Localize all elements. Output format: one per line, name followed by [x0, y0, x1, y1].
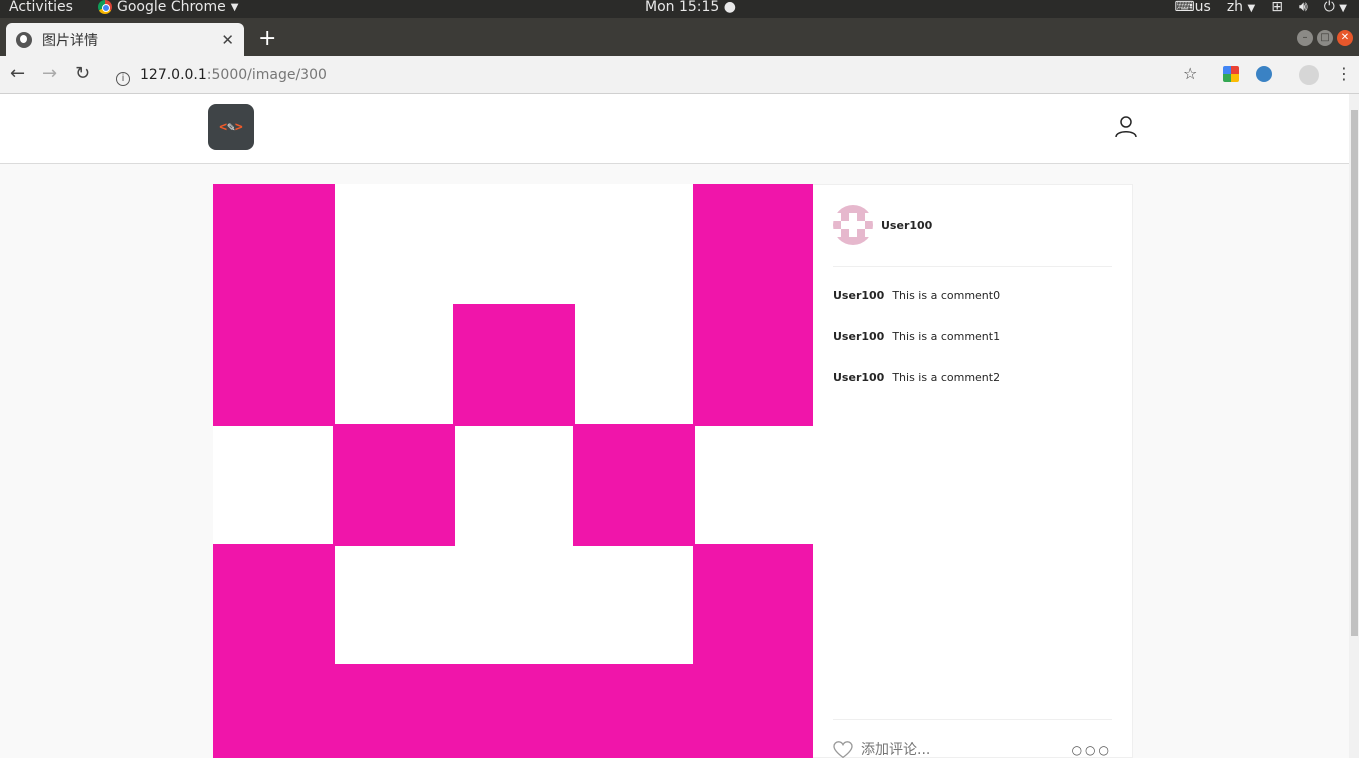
new-tab-button[interactable]: +: [258, 26, 276, 51]
page-scrollbar[interactable]: [1349, 94, 1359, 758]
scrollbar-thumb[interactable]: [1351, 110, 1358, 636]
system-tray: ⌨us zh ▼ ⊞ 🔊︎ ⏻ ▼: [1174, 0, 1347, 15]
avatar-block: [841, 229, 849, 237]
chrome-icon: [98, 0, 112, 14]
chevron-down-icon: ▼: [230, 1, 239, 13]
bookmark-star-icon[interactable]: ☆: [1183, 64, 1197, 83]
comment-text: This is a comment2: [892, 371, 1001, 384]
app-menu[interactable]: Google Chrome ▼: [98, 0, 238, 15]
identicon-block: [693, 184, 813, 426]
comment-user[interactable]: User100: [833, 371, 884, 384]
comment: User100 This is a comment1: [833, 330, 1000, 371]
globe-icon: [16, 31, 32, 48]
avatar[interactable]: [833, 205, 873, 245]
divider: [833, 266, 1112, 267]
comment: User100 This is a comment0: [833, 289, 1000, 330]
logo-note: ✎: [227, 119, 235, 135]
comment-text: This is a comment1: [892, 330, 1001, 343]
avatar-block: [857, 229, 865, 237]
tab-strip: 图片详情 ✕ + – □ ✕: [0, 18, 1359, 56]
extension-globe-icon[interactable]: [1256, 66, 1272, 82]
maximize-button[interactable]: □: [1317, 30, 1333, 46]
language-label: zh: [1226, 0, 1244, 15]
site-header: < ✎ >: [0, 94, 1349, 164]
network-icon[interactable]: ⊞: [1271, 0, 1283, 15]
clock[interactable]: Mon 15:15 ●: [645, 0, 736, 15]
browser-tab[interactable]: 图片详情 ✕: [6, 23, 244, 56]
chevron-down-icon: ▼: [1247, 3, 1256, 14]
power-icon[interactable]: ⏻ ▼: [1324, 0, 1347, 15]
avatar-block: [833, 221, 841, 229]
volume-icon[interactable]: 🔊︎: [1299, 0, 1308, 15]
identicon-block: [453, 304, 575, 426]
keyboard-layout: us: [1194, 0, 1211, 15]
tab-title: 图片详情: [42, 32, 98, 49]
more-options-icon[interactable]: ○○○: [1072, 743, 1112, 757]
post-author[interactable]: User100: [833, 205, 932, 245]
os-top-bar: Activities Google Chrome ▼ Mon 15:15 ● ⌨…: [0, 0, 1359, 18]
avatar-block: [833, 237, 873, 245]
chevron-down-icon: ▼: [1339, 3, 1347, 14]
identicon-block: [573, 424, 695, 546]
comment-user[interactable]: User100: [833, 330, 884, 343]
browser-toolbar: ← → ↻ i 127.0.0.1:5000/image/300 ☆ ⋮: [0, 56, 1359, 94]
avatar-block: [865, 221, 873, 229]
user-icon[interactable]: [1114, 114, 1138, 138]
minimize-button[interactable]: –: [1297, 30, 1313, 46]
avatar-block: [841, 213, 849, 221]
profile-avatar[interactable]: [1299, 65, 1319, 85]
post-details-panel: User100 User100 This is a comment0 User10…: [813, 184, 1133, 758]
info-icon[interactable]: i: [116, 72, 130, 86]
keyboard-indicator[interactable]: ⌨us: [1174, 0, 1210, 15]
post-image: [213, 184, 813, 758]
avatar-block: [857, 213, 865, 221]
extension-icon[interactable]: [1223, 66, 1239, 82]
logo-bracket-left: <: [219, 119, 228, 135]
add-comment-input[interactable]: [861, 742, 1072, 758]
site-logo[interactable]: < ✎ >: [208, 104, 254, 150]
activities-button[interactable]: Activities: [9, 0, 73, 15]
chrome-menu-icon[interactable]: ⋮: [1336, 64, 1352, 83]
back-button[interactable]: ←: [10, 63, 25, 84]
identicon-block: [213, 184, 335, 426]
comment-bar: ○○○: [833, 741, 1112, 758]
forward-button[interactable]: →: [42, 63, 57, 84]
url-path: :5000/image/300: [206, 67, 327, 83]
divider: [833, 719, 1112, 720]
input-method[interactable]: zh ▼: [1227, 0, 1255, 15]
identicon-block: [333, 424, 455, 546]
close-window-button[interactable]: ✕: [1337, 30, 1353, 46]
avatar-block: [833, 205, 873, 213]
comment-list: User100 This is a comment0 User100 This is…: [833, 289, 1000, 412]
heart-icon[interactable]: [833, 741, 853, 758]
comment-user[interactable]: User100: [833, 289, 884, 302]
identicon-block: [213, 664, 813, 758]
url-host: 127.0.0.1: [140, 67, 207, 83]
comment-text: This is a comment0: [892, 289, 1001, 302]
logo-bracket-right: >: [234, 119, 243, 135]
reload-button[interactable]: ↻: [75, 63, 90, 84]
author-name[interactable]: User100: [881, 219, 932, 232]
close-tab-icon[interactable]: ✕: [221, 31, 234, 49]
app-name: Google Chrome: [117, 0, 226, 15]
address-bar[interactable]: i 127.0.0.1:5000/image/300: [108, 60, 1208, 90]
comment: User100 This is a comment2: [833, 371, 1000, 412]
window-controls: – □ ✕: [1297, 30, 1353, 46]
